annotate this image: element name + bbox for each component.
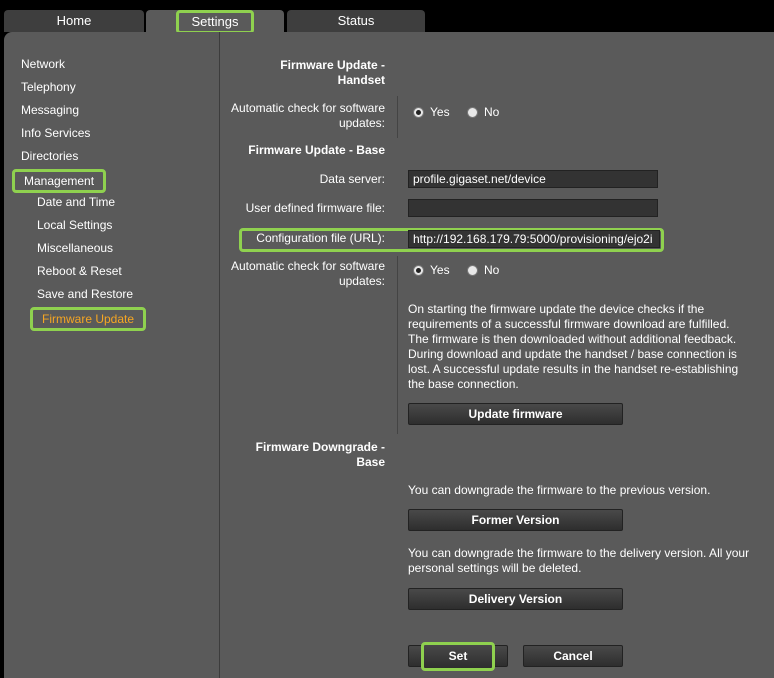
tab-settings-label: Settings	[175, 10, 255, 34]
handset-no-option[interactable]: No	[467, 105, 499, 119]
sidebar-item-date-and-time[interactable]: Date and Time	[37, 195, 115, 209]
base-no-option[interactable]: No	[467, 263, 499, 277]
base-yes-radio[interactable]	[413, 264, 424, 276]
sidebar-item-network[interactable]: Network	[21, 57, 65, 71]
tab-settings[interactable]: Settings	[146, 10, 284, 34]
handset-yes-option[interactable]: Yes	[413, 105, 450, 119]
delivery-version-button[interactable]: Delivery Version	[408, 588, 623, 610]
sidebar-item-save-restore[interactable]: Save and Restore	[37, 287, 133, 301]
base-yes-label: Yes	[430, 263, 450, 277]
cancel-button[interactable]: Cancel	[523, 645, 623, 667]
info-line: lost. A successful update results in the…	[408, 362, 739, 376]
handset-auto-check-line1: Automatic check for software	[230, 101, 385, 115]
sidebar-item-messaging[interactable]: Messaging	[21, 103, 79, 117]
sidebar-item-telephony[interactable]: Telephony	[21, 80, 76, 94]
config-file-input[interactable]: http://192.168.179.79:5000/provisioning/…	[408, 230, 660, 248]
sidebar-item-directories[interactable]: Directories	[21, 149, 78, 163]
downgrade-heading-line2: Base	[356, 455, 385, 469]
divider	[397, 256, 398, 434]
set-button-label: Set	[448, 649, 468, 663]
sidebar-item-miscellaneous[interactable]: Miscellaneous	[37, 241, 113, 255]
info-line: the base connection.	[408, 377, 519, 391]
former-version-button[interactable]: Former Version	[408, 509, 623, 531]
delivery-text-line1: You can downgrade the firmware to the de…	[408, 546, 750, 560]
base-auto-check-label: Automatic check for software updates:	[222, 259, 385, 289]
downgrade-heading: Firmware Downgrade - Base	[222, 440, 385, 470]
set-button[interactable]: Set	[421, 642, 495, 671]
config-file-label: Configuration file (URL):	[256, 231, 385, 245]
sidebar-item-info-services[interactable]: Info Services	[21, 126, 90, 140]
handset-heading: Firmware Update - Handset	[230, 58, 385, 88]
handset-no-label: No	[484, 105, 500, 119]
handset-heading-line1: Firmware Update -	[280, 58, 385, 72]
base-no-radio[interactable]	[467, 264, 478, 276]
data-server-label: Data server:	[319, 172, 385, 186]
info-line: During download and update the handset /…	[408, 347, 737, 361]
data-server-input[interactable]: profile.gigaset.net/device	[408, 170, 658, 188]
sidebar-item-management[interactable]: Management	[12, 169, 107, 193]
handset-heading-line2: Handset	[337, 73, 385, 87]
sidebar-item-reboot-reset[interactable]: Reboot & Reset	[37, 264, 122, 278]
user-firmware-label: User defined firmware file:	[245, 201, 385, 215]
info-line: The firmware is then downloaded without …	[408, 332, 737, 346]
downgrade-heading-line1: Firmware Downgrade -	[255, 440, 385, 454]
user-firmware-input[interactable]	[408, 199, 658, 217]
handset-no-radio[interactable]	[467, 106, 478, 118]
base-yes-option[interactable]: Yes	[413, 263, 450, 277]
tab-home[interactable]: Home	[4, 10, 144, 32]
info-line: requirements of a successful firmware do…	[408, 317, 730, 331]
update-firmware-button[interactable]: Update firmware	[408, 403, 623, 425]
divider	[397, 96, 398, 138]
tab-status-label: Status	[337, 13, 375, 28]
downgrade-previous-text: You can downgrade the firmware to the pr…	[408, 483, 711, 497]
handset-auto-check-label: Automatic check for software updates:	[222, 101, 385, 131]
firmware-info-text: On starting the firmware update the devi…	[408, 302, 768, 392]
sidebar-item-local-settings[interactable]: Local Settings	[37, 218, 112, 232]
base-auto-check-line2: updates:	[338, 274, 385, 288]
delivery-text-line2: personal settings will be deleted.	[408, 561, 582, 575]
info-line: On starting the firmware update the devi…	[408, 302, 705, 316]
handset-yes-radio[interactable]	[413, 106, 424, 118]
sidebar-item-firmware-update[interactable]: Firmware Update	[30, 307, 147, 331]
base-auto-check-line1: Automatic check for software	[230, 259, 385, 273]
tab-home-label: Home	[56, 13, 92, 28]
base-no-label: No	[484, 263, 500, 277]
base-heading: Firmware Update - Base	[248, 143, 385, 157]
handset-auto-check-line2: updates:	[338, 116, 385, 130]
tab-status[interactable]: Status	[287, 10, 425, 32]
downgrade-delivery-text: You can downgrade the firmware to the de…	[408, 546, 770, 576]
handset-yes-label: Yes	[430, 105, 450, 119]
